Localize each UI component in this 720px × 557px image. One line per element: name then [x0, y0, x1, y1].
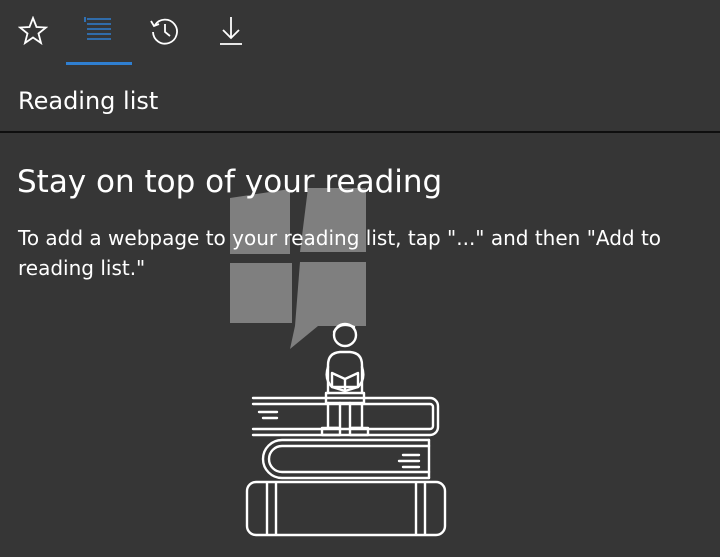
download-icon — [220, 17, 242, 45]
hub-pane: Reading list Stay on top of your reading… — [0, 0, 720, 557]
tab-history[interactable] — [132, 10, 198, 66]
tab-downloads[interactable] — [198, 10, 264, 66]
history-icon — [150, 18, 178, 45]
empty-state-body: To add a webpage to your reading list, t… — [18, 226, 662, 280]
header-divider — [0, 131, 720, 133]
empty-state-heading: Stay on top of your reading — [17, 164, 443, 200]
star-icon — [18, 16, 48, 46]
tab-favorites[interactable] — [0, 10, 66, 66]
reading-list-icon — [84, 17, 111, 40]
pane-title: Reading list — [18, 87, 159, 115]
reading-person-illustration — [245, 322, 447, 537]
selected-tab-indicator — [66, 62, 132, 65]
hub-tab-bar — [0, 0, 720, 70]
tab-reading-list[interactable] — [66, 10, 132, 66]
